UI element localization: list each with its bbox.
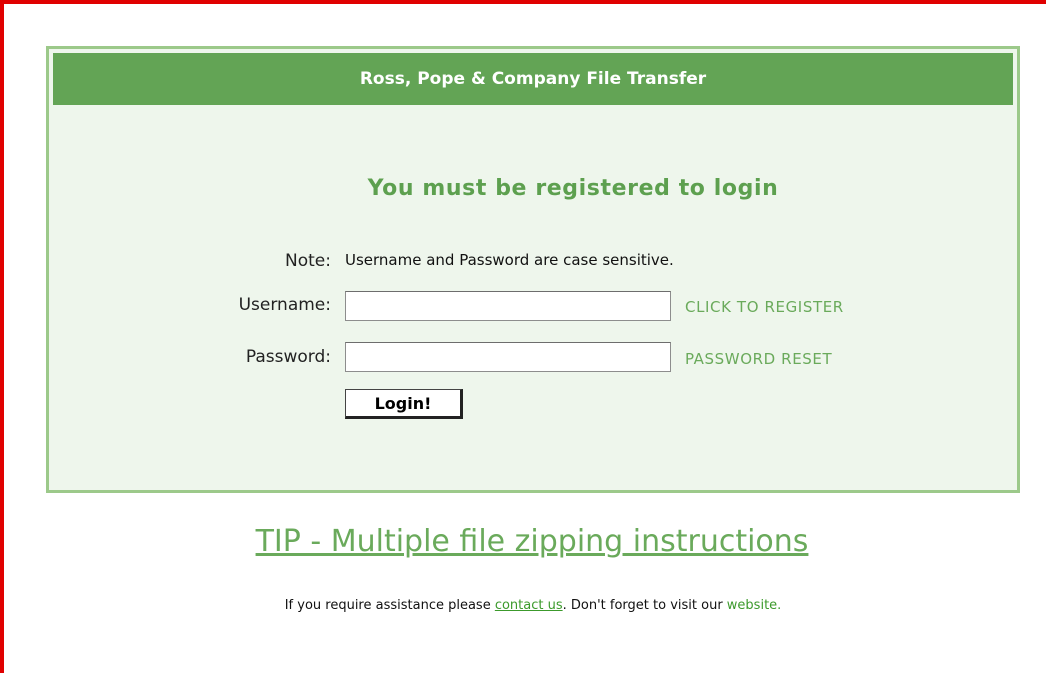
page-frame: Ross, Pope & Company File Transfer You m… <box>0 0 1046 673</box>
password-reset-link[interactable]: PASSWORD RESET <box>685 350 832 368</box>
note-text: Username and Password are case sensitive… <box>345 251 674 269</box>
panel-header: Ross, Pope & Company File Transfer <box>53 53 1013 105</box>
assistance-text: If you require assistance please contact… <box>4 598 1046 613</box>
note-label: Note: <box>285 251 331 271</box>
username-input[interactable] <box>345 291 671 321</box>
assist-prefix: If you require assistance please <box>284 598 495 613</box>
login-button[interactable]: Login! <box>345 389 463 419</box>
password-input[interactable] <box>345 342 671 372</box>
contact-us-link[interactable]: contact us <box>495 598 563 613</box>
register-link[interactable]: CLICK TO REGISTER <box>685 298 844 316</box>
registration-headline: You must be registered to login <box>367 176 779 201</box>
website-link[interactable]: website. <box>727 598 782 613</box>
panel-title: Ross, Pope & Company File Transfer <box>359 69 707 89</box>
login-panel: Ross, Pope & Company File Transfer You m… <box>46 46 1020 493</box>
password-label: Password: <box>245 347 331 367</box>
tip-zipping-link[interactable]: TIP - Multiple file zipping instructions <box>4 524 1046 559</box>
assist-middle: . Don't forget to visit our <box>562 598 727 613</box>
username-label: Username: <box>238 295 331 315</box>
